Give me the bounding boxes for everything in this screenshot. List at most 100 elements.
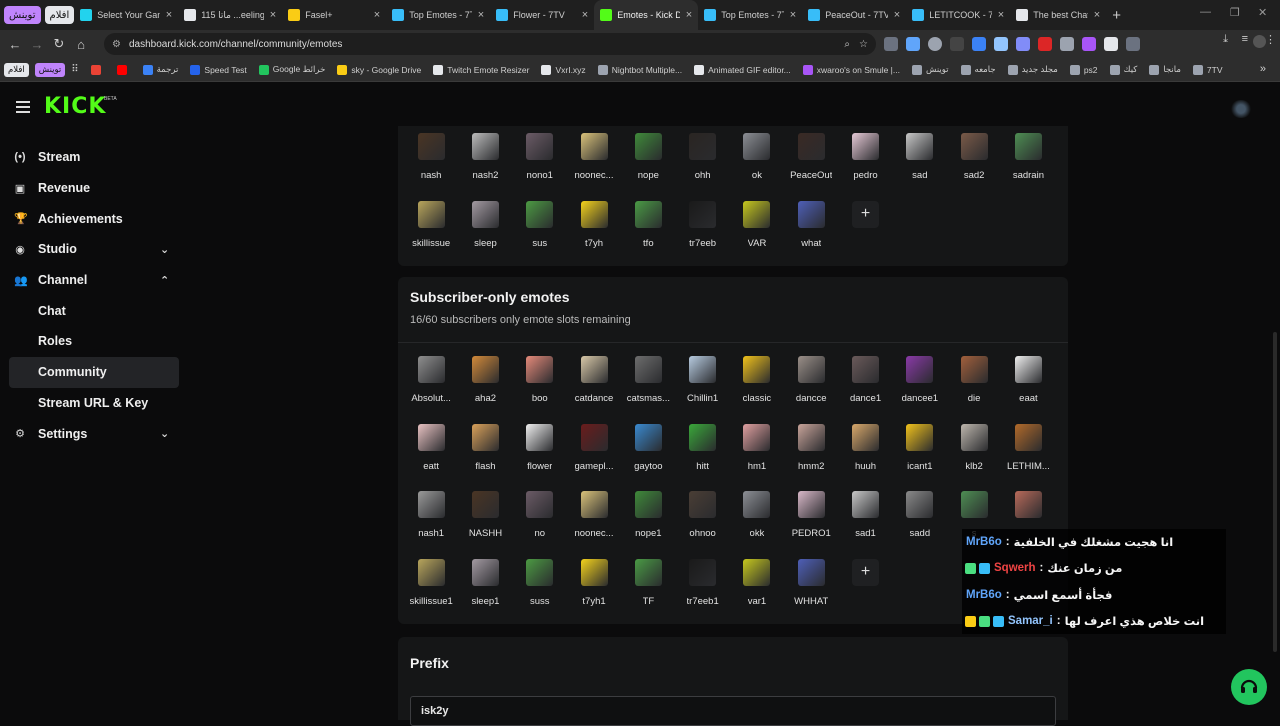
tab-close-icon[interactable]: × <box>166 9 172 21</box>
browser-tab[interactable]: Top Emotes - 7T × <box>698 0 802 30</box>
emote-tile[interactable]: Absolut... <box>404 355 458 423</box>
prefix-input[interactable]: isk2y <box>410 696 1056 726</box>
emote-tile[interactable]: sad2 <box>947 132 1001 200</box>
browser-tab[interactable]: Fasel+ × <box>282 0 386 30</box>
emote-tile[interactable]: nash <box>404 132 458 200</box>
sidebar-item-studio[interactable]: ◉ Studio ⌄ <box>0 234 190 265</box>
tab-close-icon[interactable]: × <box>790 9 796 21</box>
emote-tile[interactable]: Chillin1 <box>675 355 729 423</box>
emote-tile[interactable]: PEDRO1 <box>784 490 838 558</box>
chat-username[interactable]: Samar_i <box>1008 615 1053 627</box>
tab-group-chip[interactable]: توينش <box>4 6 41 24</box>
bookmark-group-chip[interactable]: توينش <box>34 62 66 77</box>
extension-icon[interactable] <box>1104 37 1118 51</box>
chevron-down-icon[interactable]: ⌄ <box>160 427 169 440</box>
emote-tile[interactable]: sleep1 <box>458 558 512 626</box>
bookmark-item[interactable]: كيك <box>1109 64 1137 75</box>
emote-tile[interactable]: nash1 <box>404 490 458 558</box>
support-chat-button[interactable] <box>1231 669 1267 705</box>
sidebar-item-achievements[interactable]: 🏆 Achievements <box>0 203 190 234</box>
tab-close-icon[interactable]: × <box>894 9 900 21</box>
emote-tile[interactable]: hm1 <box>730 423 784 491</box>
tab-close-icon[interactable]: × <box>998 9 1004 21</box>
emote-tile[interactable]: WHHAT <box>784 558 838 626</box>
emote-tile[interactable]: huuh <box>838 423 892 491</box>
maximize-button[interactable]: ❐ <box>1230 6 1240 19</box>
reload-icon[interactable]: ↻ <box>48 36 70 52</box>
emote-tile[interactable]: gaytoo <box>621 423 675 491</box>
emote-tile[interactable]: boo <box>513 355 567 423</box>
emote-tile[interactable]: ok <box>730 132 784 200</box>
bookmark-item[interactable]: جامعه <box>960 64 996 75</box>
emote-tile[interactable]: tfo <box>621 200 675 268</box>
gmail-icon[interactable] <box>90 64 105 75</box>
extension-icon[interactable] <box>972 37 986 51</box>
extension-icon[interactable] <box>1060 37 1074 51</box>
apps-icon[interactable]: ⠿ <box>71 64 78 75</box>
extension-icon[interactable] <box>884 37 898 51</box>
emote-tile[interactable]: dancce <box>784 355 838 423</box>
close-window-button[interactable]: ✕ <box>1258 6 1267 19</box>
home-icon[interactable]: ⌂ <box>70 37 92 52</box>
extension-icon[interactable] <box>1082 37 1096 51</box>
emote-tile[interactable]: aha2 <box>458 355 512 423</box>
emote-tile[interactable]: no <box>513 490 567 558</box>
sidebar-subitem-roles[interactable]: Roles <box>0 326 190 357</box>
browser-tab[interactable]: Select Your Gam × <box>74 0 178 30</box>
bookmark-item[interactable]: مجلد جديد <box>1007 64 1058 75</box>
user-avatar[interactable] <box>1230 100 1252 118</box>
browser-tab[interactable]: The best ChatB × <box>1010 0 1106 30</box>
page-scrollbar[interactable] <box>1273 332 1277 652</box>
emote-tile[interactable]: LETHIM... <box>1001 423 1055 491</box>
emote-tile[interactable]: sleep <box>458 200 512 268</box>
emote-tile[interactable]: ohh <box>675 132 729 200</box>
sidebar-subitem-chat[interactable]: Chat <box>0 295 190 326</box>
emote-tile[interactable]: nono1 <box>513 132 567 200</box>
browser-tab[interactable]: PeaceOut - 7TV × <box>802 0 906 30</box>
emote-tile[interactable]: icant1 <box>893 423 947 491</box>
tab-close-icon[interactable]: × <box>270 9 276 21</box>
browser-tab[interactable]: Flower - 7TV × <box>490 0 594 30</box>
chat-username[interactable]: MrB6o <box>966 536 1002 548</box>
emote-tile[interactable]: what <box>784 200 838 268</box>
browser-tab[interactable]: ماتا 115 ...eeling × <box>178 0 282 30</box>
tab-close-icon[interactable]: × <box>686 9 692 21</box>
chat-username[interactable]: MrB6o <box>966 589 1002 601</box>
emote-tile[interactable]: t7yh <box>567 200 621 268</box>
extension-icon[interactable] <box>994 37 1008 51</box>
sidebar-item-revenue[interactable]: ▣ Revenue <box>0 173 190 204</box>
emote-tile[interactable]: eatt <box>404 423 458 491</box>
minimize-button[interactable]: — <box>1200 6 1211 18</box>
bookmark-item[interactable]: ترجمة <box>142 64 178 75</box>
bookmark-item[interactable]: ps2 <box>1069 64 1098 75</box>
emote-tile[interactable]: nope1 <box>621 490 675 558</box>
emote-tile[interactable]: noonec... <box>567 490 621 558</box>
emote-tile[interactable]: skillissue1 <box>404 558 458 626</box>
sidebar-item-settings[interactable]: ⚙ Settings ⌄ <box>0 418 190 449</box>
emote-tile[interactable]: catdance <box>567 355 621 423</box>
emote-tile[interactable]: classic <box>730 355 784 423</box>
tab-close-icon[interactable]: × <box>478 9 484 21</box>
emote-tile[interactable]: nash2 <box>458 132 512 200</box>
browser-tab[interactable]: Emotes - Kick D × <box>594 0 699 30</box>
emote-tile[interactable]: flash <box>458 423 512 491</box>
extension-icon[interactable] <box>928 37 942 51</box>
bookmark-item[interactable]: توينش <box>911 64 949 75</box>
add-emote-button[interactable]: + <box>838 200 892 268</box>
emote-tile[interactable]: pedro <box>838 132 892 200</box>
bookmark-star-icon[interactable]: ☆ <box>859 39 868 50</box>
emote-tile[interactable]: okk <box>730 490 784 558</box>
emote-tile[interactable]: eaat <box>1001 355 1055 423</box>
chat-username[interactable]: Sqwerh <box>994 562 1036 574</box>
bookmark-item[interactable]: 7TV <box>1192 64 1223 75</box>
chevron-down-icon[interactable]: ⌄ <box>160 243 169 256</box>
emote-tile[interactable]: var1 <box>730 558 784 626</box>
emote-tile[interactable]: TF <box>621 558 675 626</box>
emote-tile[interactable]: ohnoo <box>675 490 729 558</box>
emote-tile[interactable]: hmm2 <box>784 423 838 491</box>
emote-tile[interactable]: sus <box>513 200 567 268</box>
tab-close-icon[interactable]: × <box>374 9 380 21</box>
emote-tile[interactable]: dancee1 <box>893 355 947 423</box>
emote-tile[interactable]: noonec... <box>567 132 621 200</box>
bookmark-group-chip[interactable]: افلام <box>4 62 29 77</box>
